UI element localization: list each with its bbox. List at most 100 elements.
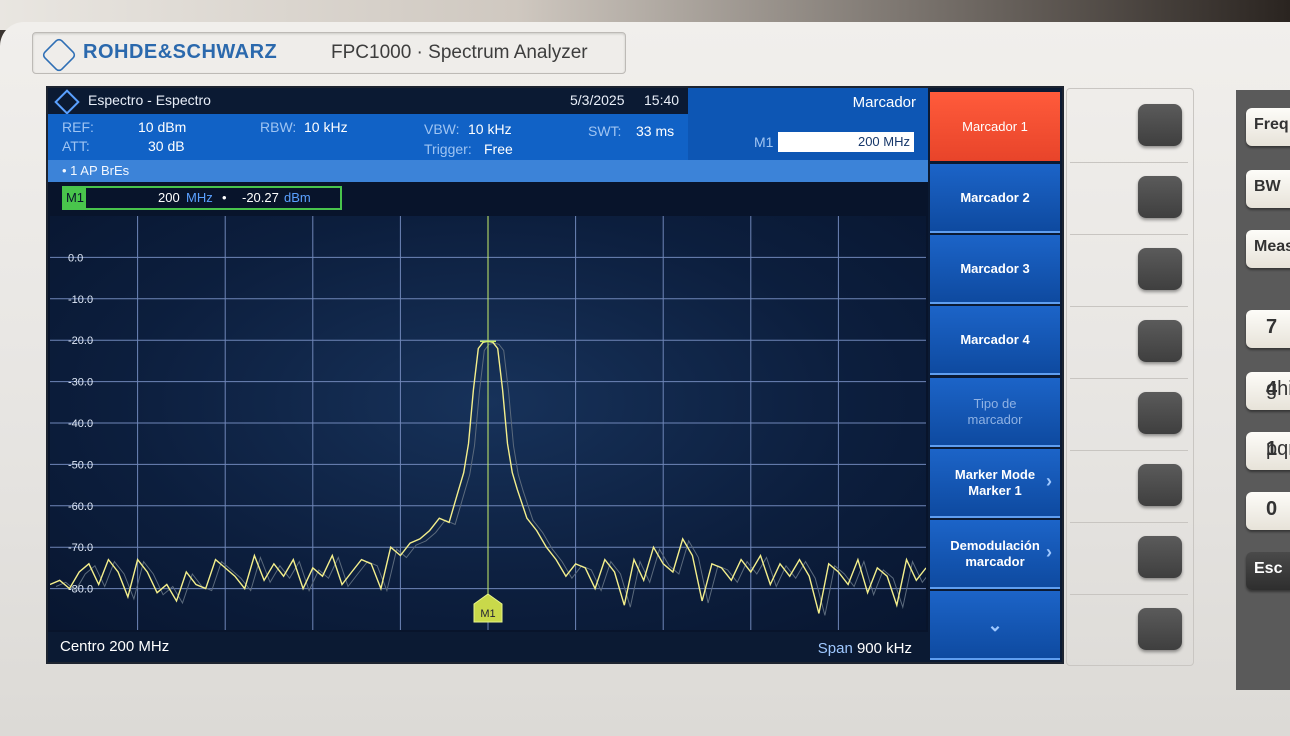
ref-label: REF: xyxy=(62,119,94,135)
hardkey-4[interactable] xyxy=(1138,320,1182,362)
key-label: 7 xyxy=(1266,316,1278,338)
softkey-more[interactable]: ⌄ xyxy=(930,591,1060,660)
center-frequency[interactable]: Centro 200 MHz xyxy=(60,638,169,655)
marker-separator: • xyxy=(222,190,227,205)
footer-bar: Centro 200 MHz Span 900 kHz xyxy=(48,632,928,662)
key-label: BW xyxy=(1254,178,1281,195)
esc-key[interactable]: Esc xyxy=(1246,552,1290,590)
hardkey-2[interactable] xyxy=(1138,176,1182,218)
softkey-demodulacion[interactable]: Demodulación marcador › xyxy=(930,520,1060,589)
marker-tag: M1 xyxy=(64,188,86,208)
key-label: 0 xyxy=(1266,498,1278,520)
softkey-marker-mode[interactable]: Marker Mode Marker 1 › xyxy=(930,449,1060,518)
hardkey-divider xyxy=(1070,306,1188,307)
center-value: 200 MHz xyxy=(109,638,170,655)
time-display: 15:40 xyxy=(644,92,680,108)
meas-key[interactable]: Meas xyxy=(1246,230,1290,268)
trace-shadow xyxy=(55,342,933,616)
hardkey-3[interactable] xyxy=(1138,248,1182,290)
y-tick-label: -10.0 xyxy=(68,294,93,306)
softkey-label: Marcador 4 xyxy=(960,331,1030,347)
hardkey-divider xyxy=(1070,378,1188,379)
model-name: FPC1000 · Spectrum Analyzer xyxy=(331,42,588,63)
swt-value[interactable]: 33 ms xyxy=(636,123,674,139)
hardkey-8[interactable] xyxy=(1138,608,1182,650)
y-tick-label: -70.0 xyxy=(68,542,93,554)
hardkey-frame xyxy=(1066,88,1194,666)
y-tick-label: -50.0 xyxy=(68,459,93,471)
m1-frequency-field[interactable]: 200 MHz xyxy=(778,132,914,152)
softkey-tipo-de-marcador[interactable]: Tipo de marcador xyxy=(930,378,1060,447)
vbw-value[interactable]: 10 kHz xyxy=(468,121,512,137)
att-value[interactable]: 30 dB xyxy=(148,138,185,154)
hardkey-5[interactable] xyxy=(1138,392,1182,434)
marker-level: -20.27 xyxy=(242,190,279,205)
mode-title[interactable]: Espectro - Espectro xyxy=(88,92,211,108)
span-display[interactable]: Span 900 kHz xyxy=(818,640,912,657)
span-value: 900 kHz xyxy=(856,640,912,657)
att-label: ATT: xyxy=(62,138,90,154)
hardkey-6[interactable] xyxy=(1138,464,1182,506)
trace-info-bar: • 1 AP BrEs xyxy=(48,160,928,182)
span-label: Span xyxy=(817,640,853,657)
chevron-down-icon: ⌄ xyxy=(987,614,1003,635)
trigger-value[interactable]: Free xyxy=(484,141,513,157)
hardkey-divider xyxy=(1070,234,1188,235)
ref-value[interactable]: 10 dBm xyxy=(138,119,186,135)
key-1[interactable]: 1pqrs xyxy=(1246,432,1290,470)
key-label: Freq xyxy=(1254,116,1289,133)
marker-freq-unit: MHz xyxy=(186,190,213,205)
rohde-schwarz-logo-icon xyxy=(40,36,78,74)
center-label: Centro xyxy=(60,638,106,655)
softkey-label: Marker Mode Marker 1 xyxy=(954,466,1036,498)
softkey-label: Demodulación marcador xyxy=(950,537,1040,569)
chevron-right-icon: › xyxy=(1046,471,1052,491)
y-tick-label: 0.0 xyxy=(68,252,83,264)
marker-header: Marcador M1 200 MHz xyxy=(688,88,928,160)
softkey-label: Marcador 2 xyxy=(960,189,1030,205)
rbw-value[interactable]: 10 kHz xyxy=(304,119,348,135)
hardkey-7[interactable] xyxy=(1138,536,1182,578)
marker-readout: M1 200 MHz • -20.27 dBm xyxy=(62,186,342,210)
hardkey-divider xyxy=(1070,450,1188,451)
y-tick-label: -30.0 xyxy=(68,377,93,389)
softkey-marcador-1[interactable]: Marcador 1 xyxy=(930,92,1060,161)
y-tick-label: -20.0 xyxy=(68,335,93,347)
rbw-label: RBW: xyxy=(260,119,297,135)
bw-key[interactable]: BW xyxy=(1246,170,1290,208)
softkey-label: Tipo de marcador xyxy=(967,395,1023,427)
spectrum-plot[interactable]: 0.0 -10.0 -20.0 -30.0 -40.0 -50.0 -60.0 -70.0 -8… xyxy=(49,216,933,630)
spectrum-chart[interactable]: 0.0-10.0-20.0-30.0-40.0-50.0-60.0-70.0-8… xyxy=(49,216,933,630)
hardkey-divider xyxy=(1070,594,1188,595)
key-7[interactable]: 7 xyxy=(1246,310,1290,348)
brand-name: ROHDE&SCHWARZ xyxy=(83,41,278,63)
analyzer-screen: Espectro - Espectro 5/3/2025 15:40 REF: … xyxy=(46,86,1064,664)
marker-freq: 200 xyxy=(158,190,180,205)
freq-key[interactable]: Freq xyxy=(1246,108,1290,146)
key-label: Esc xyxy=(1254,560,1283,577)
chevron-right-icon: › xyxy=(1046,542,1052,562)
softkey-menu: Marcador 1 Marcador 2 Marcador 3 Marcado… xyxy=(928,88,1062,662)
hardkey-divider xyxy=(1070,522,1188,523)
hardkey-1[interactable] xyxy=(1138,104,1182,146)
trigger-label: Trigger: xyxy=(424,141,472,157)
app-logo-icon xyxy=(54,89,80,115)
key-sublabel: pqrs xyxy=(1266,438,1290,460)
marker-menu-title: Marcador xyxy=(852,94,916,111)
key-0[interactable]: 0 xyxy=(1246,492,1290,530)
softkey-label: Marcador 1 xyxy=(962,118,1028,134)
hardkey-divider xyxy=(1070,162,1188,163)
key-label: Meas xyxy=(1254,238,1290,255)
key-4[interactable]: 4ghi xyxy=(1246,372,1290,410)
softkey-marcador-3[interactable]: Marcador 3 xyxy=(930,235,1060,304)
key-sublabel: ghi xyxy=(1266,378,1290,400)
date-display: 5/3/2025 xyxy=(570,92,625,108)
m1-label: M1 xyxy=(754,134,774,150)
marker-flag-label: M1 xyxy=(480,608,495,620)
trace-info: • 1 AP BrEs xyxy=(62,163,130,178)
y-tick-label: -60.0 xyxy=(68,501,93,513)
softkey-marcador-2[interactable]: Marcador 2 xyxy=(930,164,1060,233)
brand-plate: ROHDE&SCHWARZ FPC1000 · Spectrum Analyze… xyxy=(32,32,626,74)
softkey-label: Marcador 3 xyxy=(960,260,1030,276)
softkey-marcador-4[interactable]: Marcador 4 xyxy=(930,306,1060,375)
